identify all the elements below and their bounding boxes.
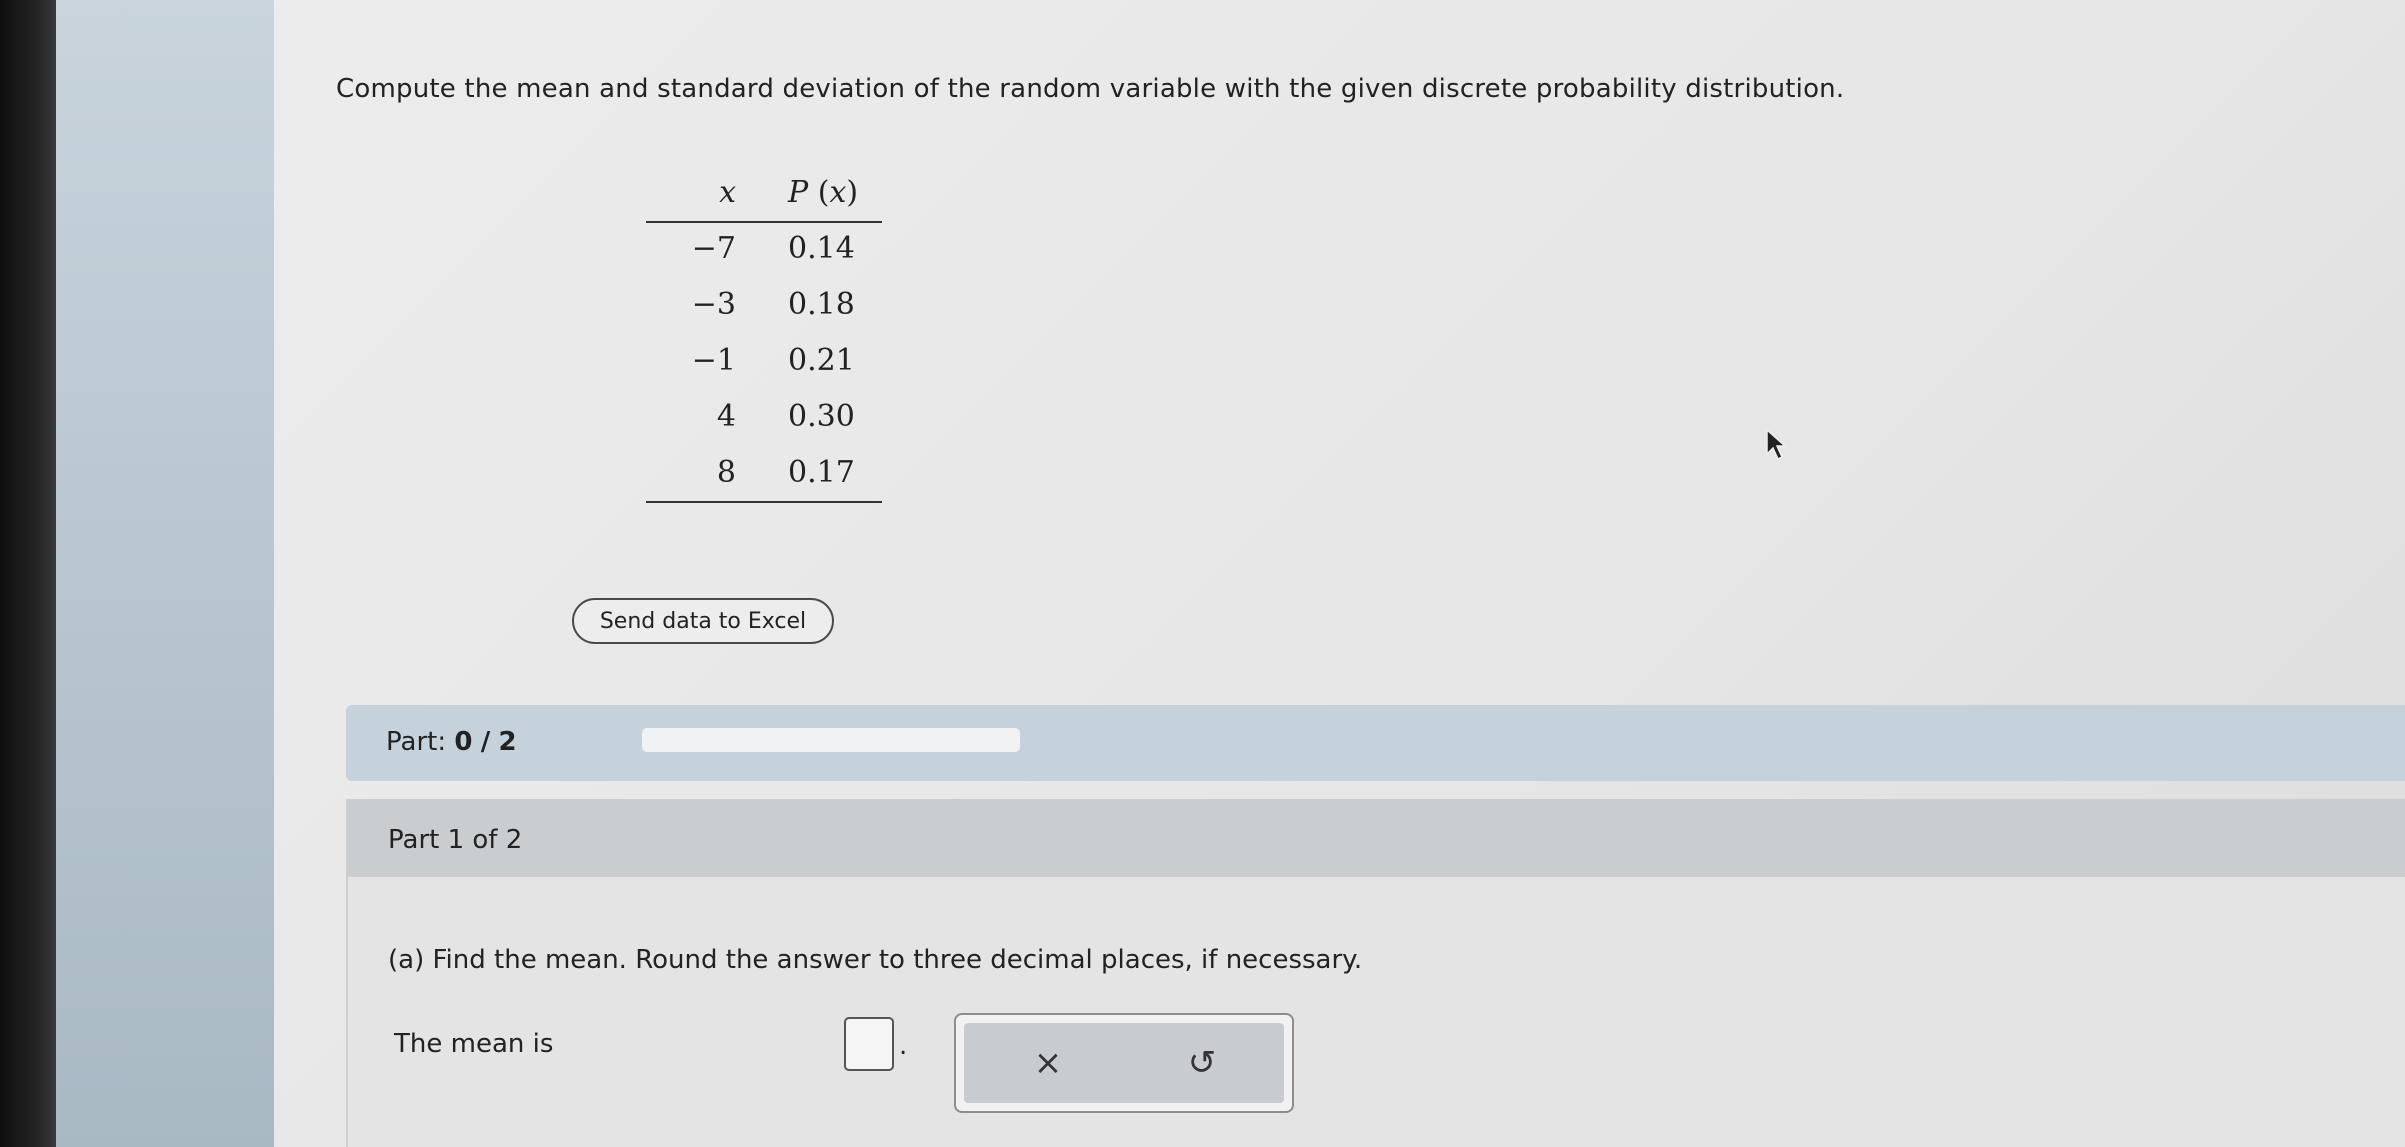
part-instruction: (a) Find the mean. Round the answer to t… (388, 945, 1363, 975)
p-function-argument: x (829, 175, 847, 210)
part-total: 2 (498, 727, 517, 757)
part-header: Part 1 of 2 (348, 799, 2405, 877)
close-icon: × (1033, 1043, 1063, 1083)
x-value: 4 (716, 399, 736, 434)
left-sidebar (56, 0, 274, 1147)
undo-icon: ↺ (1187, 1043, 1217, 1083)
answer-tool-panel: × ↺ (954, 1013, 1294, 1113)
part-progress-bar: Part: 0 / 2 (346, 705, 2405, 781)
mean-answer-input[interactable] (844, 1017, 894, 1071)
question-text: Compute the mean and standard deviation … (336, 74, 1845, 104)
x-value: −3 (691, 287, 736, 322)
clear-button[interactable]: × (1024, 1039, 1072, 1087)
probability-column-header: P (x) (788, 173, 858, 213)
part-current: 0 (454, 727, 473, 757)
table-header-rule (646, 221, 882, 223)
part-header-label: Part 1 of 2 (388, 825, 523, 855)
probability-value: 0.18 (788, 287, 855, 322)
send-to-excel-button[interactable]: Send data to Excel (572, 598, 834, 644)
main-content: Compute the mean and standard deviation … (274, 0, 2405, 1147)
monitor-bezel (0, 0, 56, 1147)
progress-track (642, 728, 1020, 752)
probability-value: 0.17 (788, 455, 855, 490)
probability-value: 0.21 (788, 343, 855, 378)
part-label-text: Part: (386, 727, 447, 757)
part-progress-label: Part: 0 / 2 (386, 727, 517, 757)
x-value: −1 (691, 343, 736, 378)
table-footer-rule (646, 501, 882, 503)
x-value: 8 (716, 455, 736, 490)
answer-period: . (899, 1031, 908, 1061)
part-1-section: Part 1 of 2 (a) Find the mean. Round the… (346, 799, 2405, 1147)
probability-value: 0.14 (788, 231, 855, 266)
mean-label: The mean is (394, 1029, 554, 1059)
open-paren: ( (808, 175, 830, 210)
x-column-header: x (719, 175, 736, 210)
mouse-cursor-icon (1766, 428, 1787, 461)
close-paren: ) (846, 175, 859, 210)
x-value: −7 (691, 231, 736, 266)
screen: Compute the mean and standard deviation … (0, 0, 2405, 1147)
undo-button[interactable]: ↺ (1178, 1039, 1226, 1087)
part-separator: / (480, 727, 491, 757)
tool-panel-inner: × ↺ (964, 1023, 1284, 1103)
probability-value: 0.30 (788, 399, 855, 434)
p-function-symbol: P (788, 175, 809, 210)
